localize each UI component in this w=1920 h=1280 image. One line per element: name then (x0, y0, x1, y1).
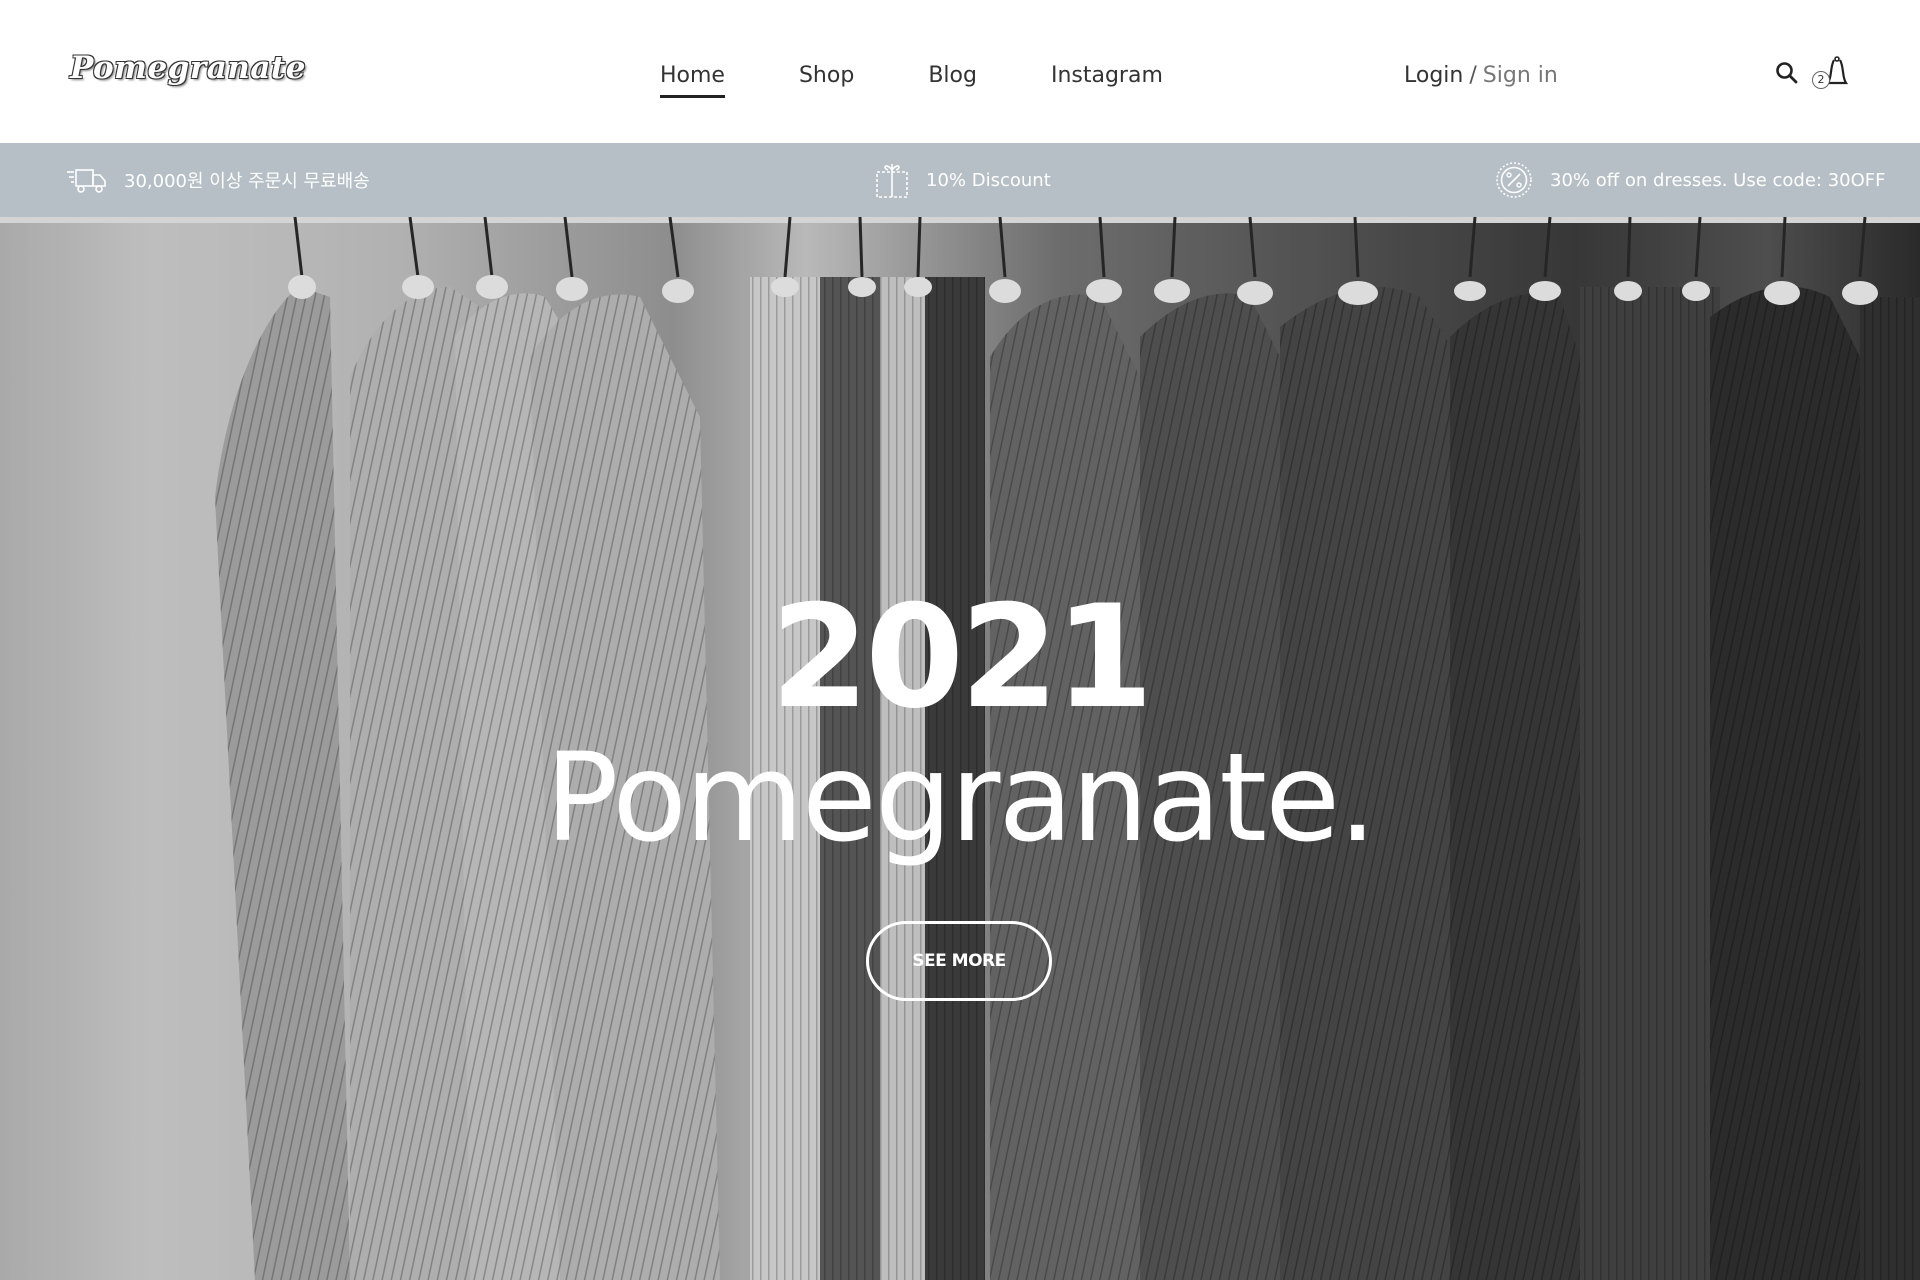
promo-shipping-text: 30,000원 이상 주문시 무료배송 (124, 171, 370, 192)
gift-box-icon (876, 164, 908, 198)
signin-link[interactable]: Sign in (1483, 63, 1558, 88)
search-icon[interactable] (1774, 60, 1800, 86)
auth-separator: / (1469, 63, 1477, 88)
hero-banner: 2021 Pomegranate. SEE MORE (0, 217, 1920, 1280)
promo-coupon-text: 30% off on dresses. Use code: 30OFF (1550, 169, 1886, 191)
shopping-bag-icon[interactable]: 2 (1812, 55, 1852, 95)
promo-coupon: 30% off on dresses. Use code: 30OFF (1494, 143, 1886, 217)
auth-links: Login / Sign in (1404, 63, 1558, 88)
hero-year: 2021 (770, 575, 1153, 740)
main-nav: Home Shop Blog Instagram (660, 63, 1237, 98)
nav-instagram[interactable]: Instagram (1051, 63, 1163, 96)
hero-brand-title: Pomegranate. (545, 727, 1377, 869)
brand-logo[interactable]: Pomegranate (70, 50, 306, 86)
promo-discount: 10% Discount (874, 143, 1051, 217)
login-link[interactable]: Login (1404, 63, 1463, 88)
nav-blog[interactable]: Blog (928, 63, 977, 96)
cart-count-badge: 2 (1812, 71, 1830, 89)
nav-home[interactable]: Home (660, 63, 725, 98)
see-more-button[interactable]: SEE MORE (866, 921, 1052, 1001)
promo-discount-text: 10% Discount (926, 169, 1051, 191)
promo-shipping: 30,000원 이상 주문시 무료배송 (66, 143, 370, 217)
nav-shop[interactable]: Shop (799, 63, 854, 96)
site-header: Pomegranate Home Shop Blog Instagram Log… (0, 0, 1920, 143)
delivery-truck-icon (67, 169, 106, 193)
promo-bar: 30,000원 이상 주문시 무료배송 10% Discount 30% off… (0, 143, 1920, 217)
percent-badge-icon (1496, 162, 1532, 198)
